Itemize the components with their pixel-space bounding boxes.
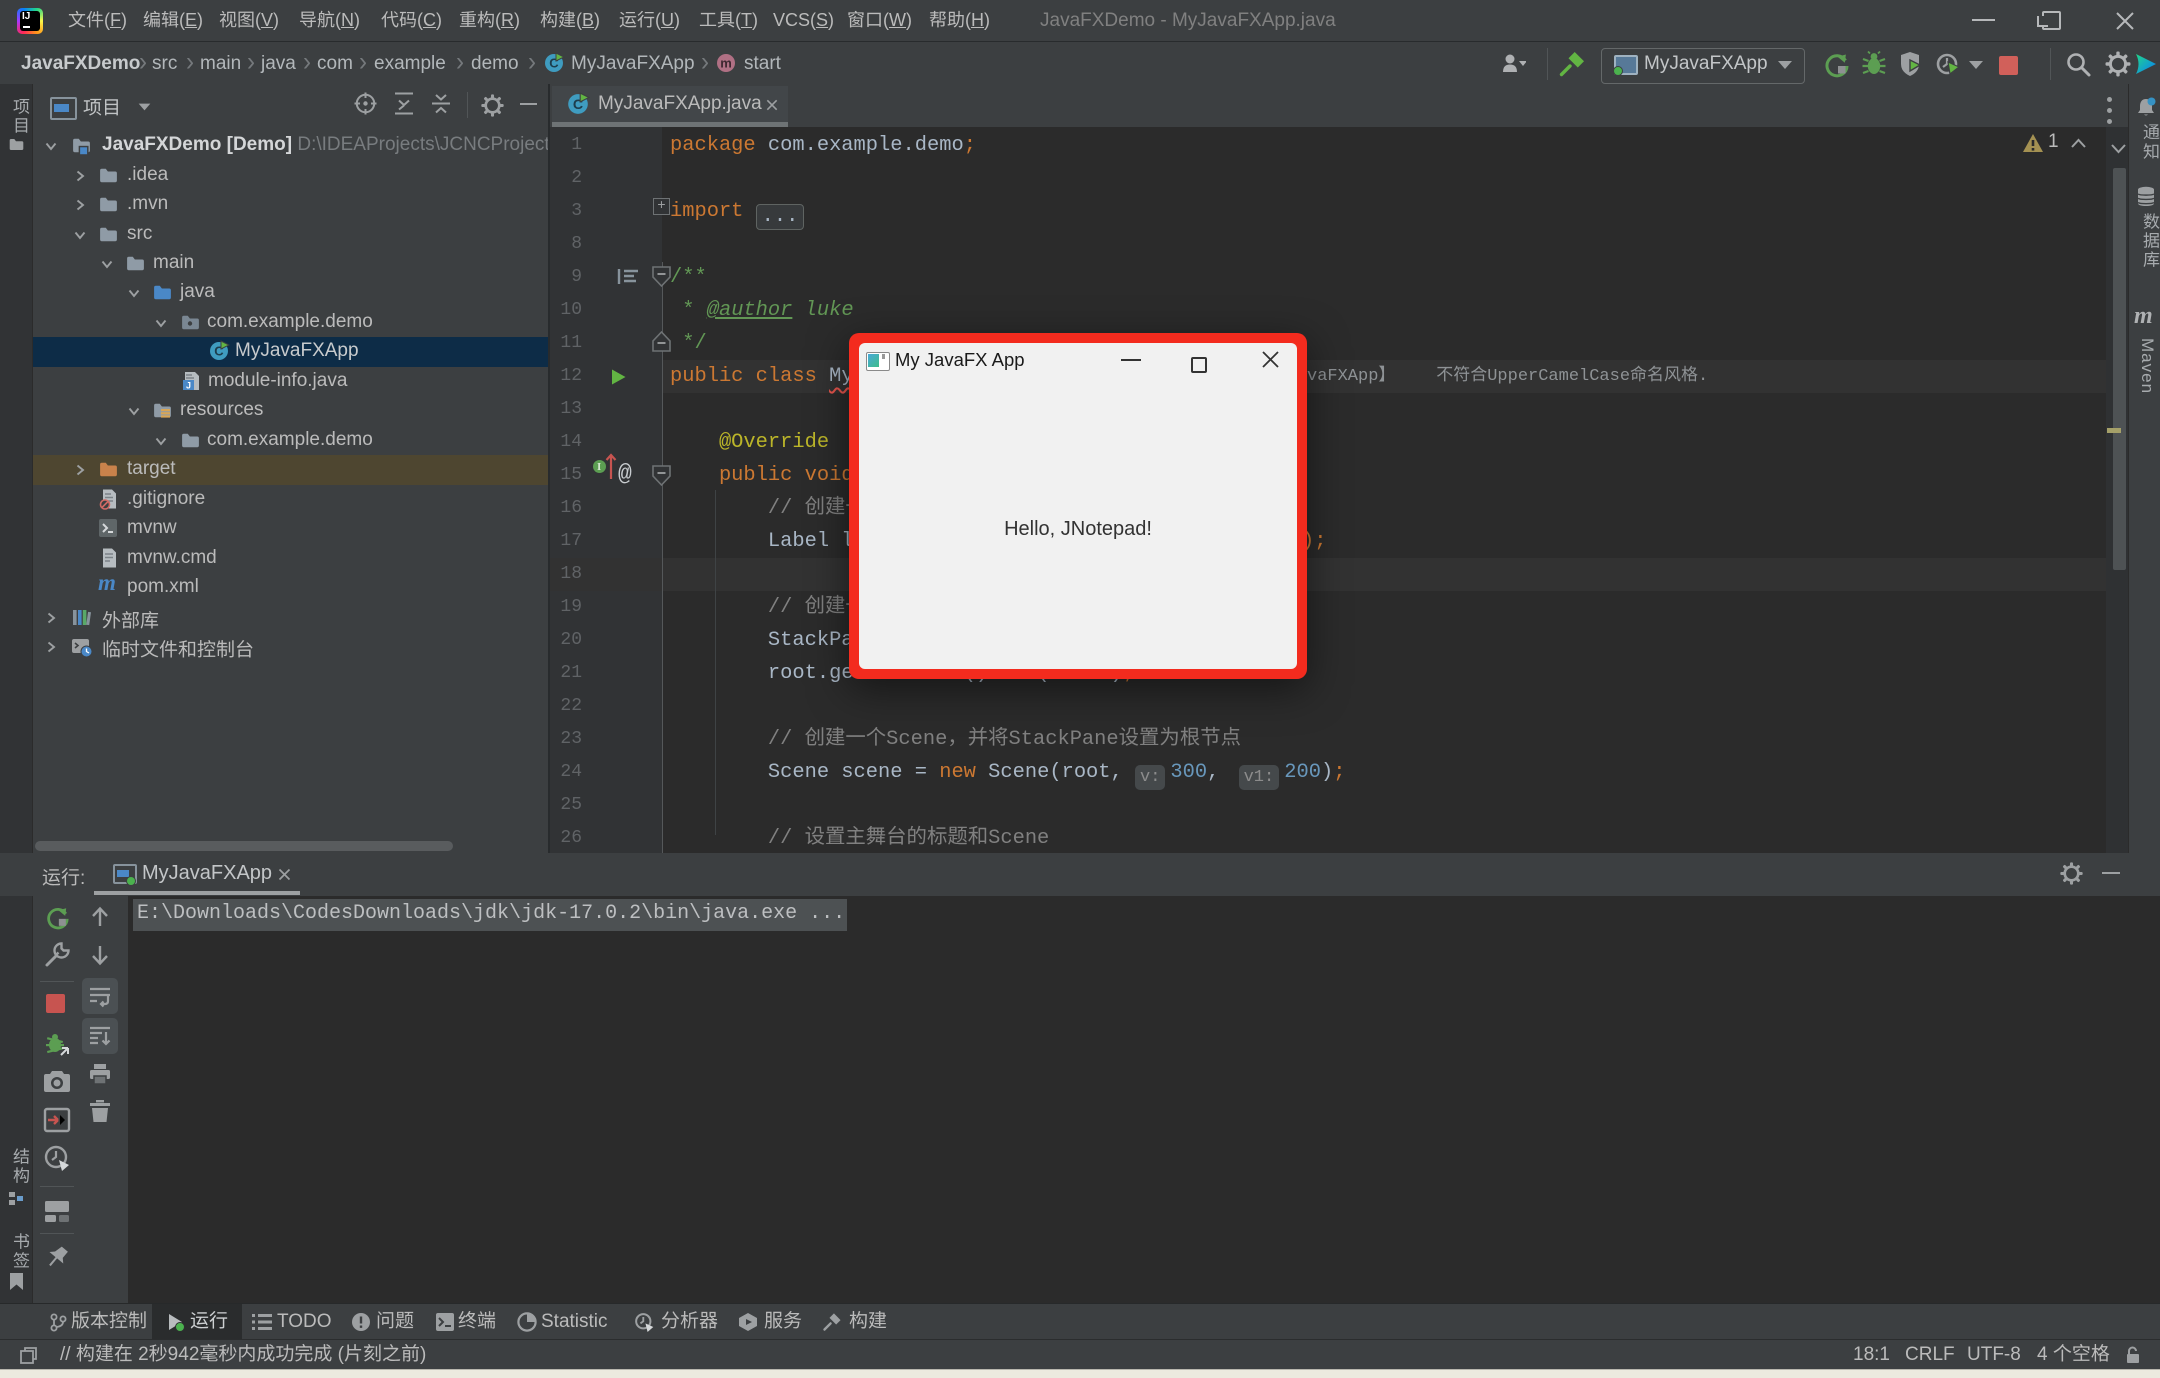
svg-text:m: m [720,56,732,71]
svg-text:J: J [186,381,191,391]
